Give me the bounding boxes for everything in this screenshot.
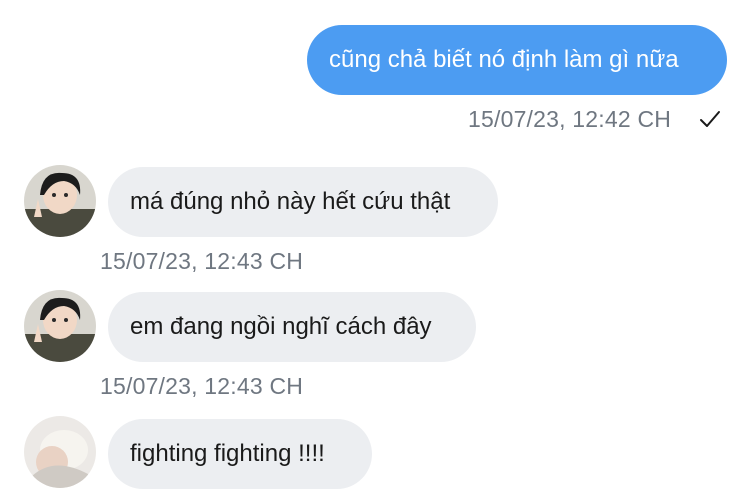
avatar[interactable] — [24, 290, 96, 362]
message-text: em đang ngồi nghĩ cách đây — [130, 313, 432, 340]
message-text: má đúng nhỏ này hết cứu thật — [130, 188, 451, 215]
message-timestamp: 15/07/23, 12:42 CH — [468, 106, 672, 132]
user-avatar-1-icon — [24, 290, 96, 362]
user-avatar-1-icon — [24, 165, 96, 237]
incoming-message-bubble[interactable]: em đang ngồi nghĩ cách đây — [108, 292, 476, 362]
message-timestamp: 15/07/23, 12:43 CH — [100, 373, 304, 399]
checkmark-icon — [700, 111, 720, 127]
incoming-message-bubble[interactable]: fighting fighting !!!! — [108, 419, 372, 489]
user-avatar-2-icon — [24, 416, 96, 488]
chat-thread: cũng chả biết nó định làm gì nữa 15/07/2… — [0, 0, 750, 496]
message-timestamp: 15/07/23, 12:43 CH — [100, 248, 304, 274]
incoming-message-bubble[interactable]: má đúng nhỏ này hết cứu thật — [108, 167, 498, 237]
avatar[interactable] — [24, 416, 96, 488]
message-text: cũng chả biết nó định làm gì nữa — [329, 46, 679, 73]
message-text: fighting fighting !!!! — [130, 440, 325, 467]
outgoing-message-bubble[interactable]: cũng chả biết nó định làm gì nữa — [307, 25, 727, 95]
avatar[interactable] — [24, 165, 96, 237]
